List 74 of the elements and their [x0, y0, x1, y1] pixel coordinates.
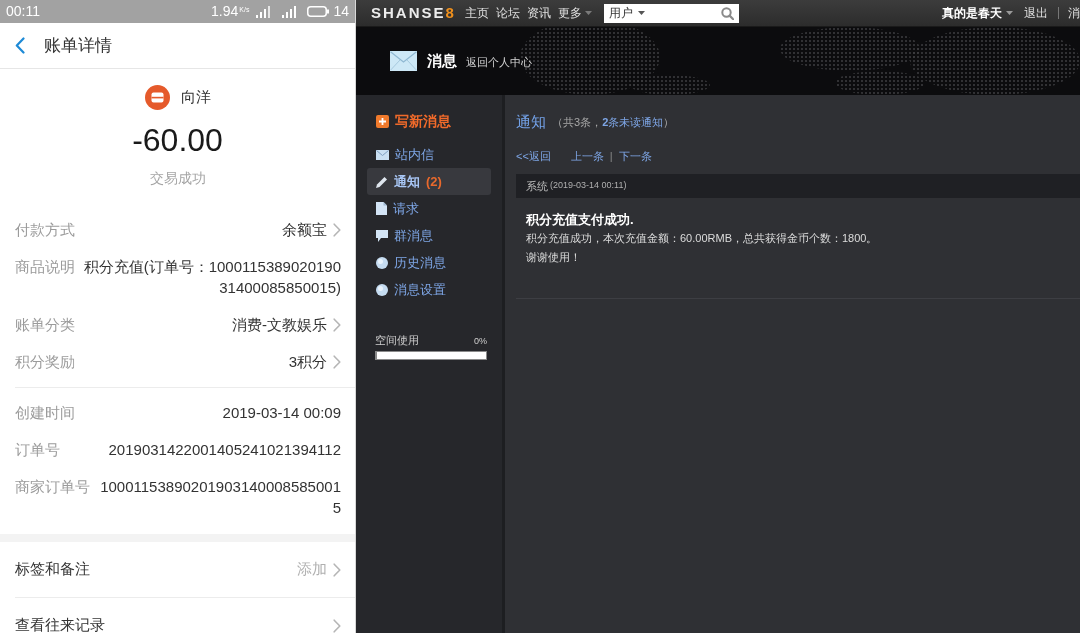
nav-link[interactable]: 资讯 [526, 4, 551, 22]
pager-separator: | [609, 148, 613, 164]
chevron-right-icon [333, 618, 341, 633]
site-logo[interactable]: SHANSE8 [371, 5, 456, 21]
chevron-left-icon [15, 37, 25, 54]
battery-level: 14 [333, 2, 349, 21]
back-link[interactable]: <<返回 [516, 147, 551, 165]
storage-percent: 0% [474, 335, 487, 347]
sidebar-item[interactable]: 群消息 [367, 222, 491, 249]
detail-value: 2019-03-14 00:09 [222, 403, 341, 423]
nav-link[interactable]: 更多 [557, 4, 592, 22]
search-icon[interactable] [720, 6, 734, 20]
nav-link[interactable]: 主页 [464, 4, 489, 22]
unread-count: (2) [426, 172, 442, 191]
page-title: 账单详情 [44, 34, 112, 57]
sidebar-item[interactable]: 通知 (2) [367, 168, 491, 195]
envelope-icon [376, 149, 389, 160]
pencil-icon [376, 175, 388, 188]
detail-label: 商家订单号 [15, 477, 90, 497]
sphere-icon [376, 256, 388, 269]
plus-icon [376, 115, 389, 128]
detail-value[interactable]: 3积分 [288, 351, 327, 372]
unread-link[interactable]: 2条未读通知 [602, 113, 664, 131]
back-button[interactable] [15, 37, 25, 54]
detail-label: 商品说明 [15, 257, 75, 277]
detail-value: 2019031422001405241021394112 [108, 440, 341, 460]
sidebar-item[interactable]: 历史消息 [367, 249, 491, 276]
summary-suffix: ） [663, 114, 675, 130]
envelope-icon [390, 51, 417, 71]
caret-down-icon [1006, 11, 1013, 15]
chevron-right-icon [333, 562, 341, 577]
amount: -60.00 [132, 121, 223, 159]
detail-label: 创建时间 [15, 403, 75, 423]
message-time: (2019-03-14 00:11) [550, 179, 627, 193]
transaction-status: 交易成功 [149, 169, 206, 188]
message-sender: 系统 [526, 178, 548, 194]
speech-bubble-icon [376, 229, 388, 242]
merchant-logo-icon [144, 84, 170, 110]
header-link[interactable]: 退出 [1024, 4, 1048, 22]
search-field[interactable]: 用户 [603, 3, 739, 23]
caret-down-icon [637, 11, 645, 15]
sidebar-item[interactable]: 消息设置 [367, 276, 491, 303]
detail-value: 积分充值(订单号：100011538902019031400085850015) [83, 257, 341, 298]
storage-label: 空间使用 [375, 333, 419, 347]
summary-prefix: （共3条， [552, 114, 603, 130]
banner-title: 消息 [427, 50, 457, 71]
nav-link[interactable]: 论坛 [495, 4, 520, 22]
user-menu[interactable]: 真的是春天 [942, 4, 1013, 22]
detail-label: 订单号 [15, 440, 60, 460]
sidebar-item[interactable]: 请求 [367, 195, 491, 222]
header-link[interactable]: 消 [1068, 4, 1080, 22]
previous-link[interactable]: 上一条 [570, 147, 604, 165]
detail-value: 100011538902019031400085850015 [99, 477, 341, 518]
message-title: 积分充值支付成功. [526, 211, 635, 229]
scope-dropdown[interactable]: 用户 [608, 4, 645, 22]
merchant-name: 向洋 [180, 86, 211, 107]
detail-value[interactable]: 余额宝 [282, 219, 327, 240]
add-hint: 添加 [297, 559, 327, 580]
detail-label: 积分奖励 [15, 352, 75, 372]
detail-label: 付款方式 [15, 220, 75, 240]
back-to-profile-link[interactable]: 返回个人中心 [466, 54, 532, 71]
detail-label: 账单分类 [15, 315, 75, 335]
document-icon [376, 202, 387, 215]
message-text: 积分充值成功，本次充值金额：60.00RMB，总共获得金币个数：1800。 [526, 231, 879, 246]
section-title: 通知 [516, 111, 546, 132]
network-speed: 1.94 [211, 2, 239, 21]
sidebar-item[interactable]: 站内信 [367, 141, 491, 168]
battery-icon [307, 6, 330, 17]
compose-link[interactable]: 写新消息 [367, 108, 491, 135]
next-link[interactable]: 下一条 [618, 147, 652, 165]
detail-value[interactable]: 消费-文教娱乐 [232, 314, 327, 335]
sphere-icon [376, 283, 388, 296]
message-text: 谢谢使用！ [526, 250, 582, 265]
status-time: 00:11 [6, 2, 40, 21]
